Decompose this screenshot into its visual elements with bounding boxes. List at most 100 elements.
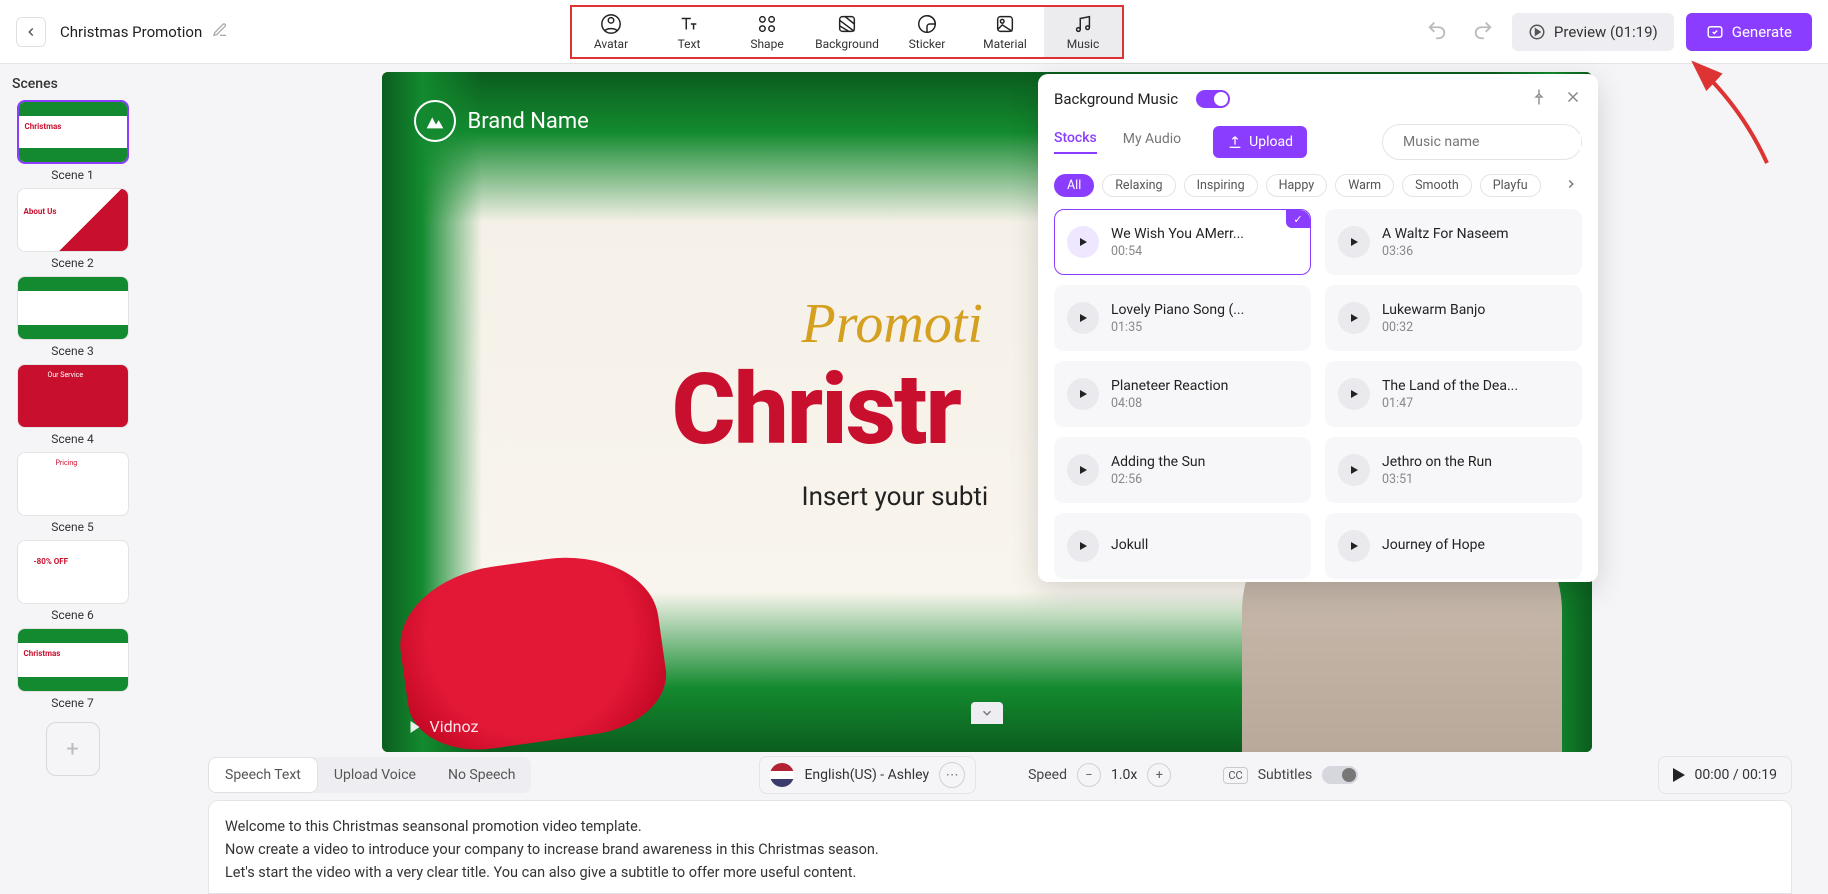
track-item[interactable]: We Wish You AMerr...00:54 ✓: [1054, 209, 1311, 275]
scene-label: Scene 7: [8, 696, 137, 710]
language-selector[interactable]: English(US) - Ashley ⋯: [759, 756, 976, 794]
track-duration: 04:08: [1111, 396, 1228, 411]
music-icon: [1072, 13, 1094, 35]
script-textarea[interactable]: Welcome to this Christmas seansonal prom…: [208, 800, 1792, 894]
brand-logo-icon: [414, 100, 456, 142]
category-chip[interactable]: Playfu: [1480, 174, 1541, 197]
music-search-input[interactable]: [1403, 134, 1581, 150]
scene-item[interactable]: -80% OFF Scene 6: [8, 540, 137, 622]
scene-label: Scene 1: [8, 168, 137, 182]
bottom-toolbar: Speech Text Upload Voice No Speech Engli…: [208, 752, 1792, 798]
music-tabs: Stocks My Audio Upload: [1054, 124, 1582, 160]
scene-item[interactable]: Pricing Scene 5: [8, 452, 137, 534]
tab-speech-text[interactable]: Speech Text: [208, 757, 318, 793]
generate-button[interactable]: Generate: [1686, 13, 1812, 51]
promo-heading: Promoti: [802, 292, 983, 356]
category-chip[interactable]: Relaxing: [1102, 174, 1175, 197]
category-chip[interactable]: Happy: [1266, 174, 1328, 197]
play-icon[interactable]: [1067, 302, 1099, 334]
brand-name: Brand Name: [414, 100, 589, 142]
track-duration: 01:47: [1382, 396, 1518, 411]
play-icon[interactable]: [1338, 454, 1370, 486]
sticker-icon: [916, 13, 938, 35]
track-name: Jokull: [1111, 537, 1148, 553]
track-item[interactable]: Planeteer Reaction 04:08: [1054, 361, 1311, 427]
scene-item[interactable]: Christmas Scene 7: [8, 628, 137, 710]
category-chip[interactable]: Smooth: [1402, 174, 1472, 197]
track-item[interactable]: The Land of the Dea...01:47: [1325, 361, 1582, 427]
music-search[interactable]: [1382, 124, 1582, 160]
category-chip[interactable]: All: [1054, 174, 1094, 197]
scene-item[interactable]: About Us Scene 2: [8, 188, 137, 270]
play-control[interactable]: 00:00 / 00:19: [1658, 756, 1792, 794]
avatar-icon: [600, 13, 622, 35]
tab-no-speech[interactable]: No Speech: [432, 757, 532, 793]
track-name: We Wish You AMerr...: [1111, 226, 1244, 242]
tool-text[interactable]: Text: [650, 7, 728, 57]
track-name: Journey of Hope: [1382, 537, 1485, 553]
speed-decrease[interactable]: −: [1077, 763, 1101, 787]
subtitles-toggle[interactable]: [1322, 766, 1358, 784]
tool-material[interactable]: Material: [966, 7, 1044, 57]
scene-item[interactable]: Christmas Scene 1: [8, 100, 137, 182]
scene-label: Scene 2: [8, 256, 137, 270]
expand-toggle[interactable]: [971, 702, 1003, 724]
scene-item[interactable]: Scene 3: [8, 276, 137, 358]
track-item[interactable]: Lovely Piano Song (...01:35: [1054, 285, 1311, 351]
back-button[interactable]: [16, 17, 46, 47]
track-item[interactable]: Jokull: [1054, 513, 1311, 579]
categories-more-icon[interactable]: [1560, 176, 1582, 195]
play-icon[interactable]: [1067, 226, 1099, 258]
track-duration: 03:51: [1382, 472, 1492, 487]
app-header: Christmas Promotion Avatar Text Shape Ba…: [0, 0, 1828, 64]
tool-label: Sticker: [909, 37, 946, 51]
scene-item[interactable]: Our Service Scene 4: [8, 364, 137, 446]
play-icon[interactable]: [1067, 454, 1099, 486]
redo-button[interactable]: [1466, 13, 1500, 51]
preview-button[interactable]: Preview (01:19): [1512, 13, 1674, 51]
pin-icon[interactable]: [1530, 88, 1548, 110]
play-icon[interactable]: [1067, 530, 1099, 562]
tool-avatar[interactable]: Avatar: [572, 7, 650, 57]
language-name: English(US) - Ashley: [804, 767, 929, 783]
music-toggle[interactable]: [1196, 90, 1230, 108]
tab-upload-voice[interactable]: Upload Voice: [318, 757, 432, 793]
track-name: Planeteer Reaction: [1111, 378, 1228, 394]
edit-title-icon[interactable]: [212, 22, 228, 42]
close-icon[interactable]: [1564, 88, 1582, 110]
track-item[interactable]: Journey of Hope: [1325, 513, 1582, 579]
category-chip[interactable]: Inspiring: [1184, 174, 1258, 197]
tool-sticker[interactable]: Sticker: [888, 7, 966, 57]
music-panel: Background Music Stocks My Audio Upload …: [1038, 74, 1598, 582]
upload-button[interactable]: Upload: [1213, 126, 1307, 158]
tab-stocks[interactable]: Stocks: [1054, 130, 1097, 154]
category-chip[interactable]: Warm: [1335, 174, 1394, 197]
tool-label: Material: [983, 37, 1027, 51]
track-item[interactable]: Lukewarm Banjo00:32: [1325, 285, 1582, 351]
cc-icon: CC: [1223, 767, 1247, 784]
track-item[interactable]: Jethro on the Run03:51: [1325, 437, 1582, 503]
script-line: Let's start the video with a very clear …: [225, 861, 1775, 884]
tool-label: Shape: [750, 37, 783, 51]
play-icon[interactable]: [1338, 530, 1370, 562]
track-item[interactable]: A Waltz For Naseem03:36: [1325, 209, 1582, 275]
speed-increase[interactable]: +: [1147, 763, 1171, 787]
add-scene-button[interactable]: +: [46, 722, 100, 776]
play-icon: [1673, 768, 1685, 782]
language-more-icon[interactable]: ⋯: [939, 762, 965, 788]
play-icon[interactable]: [1338, 378, 1370, 410]
header-right: Preview (01:19) Generate: [1420, 13, 1812, 51]
music-panel-head: Background Music: [1054, 88, 1582, 110]
undo-button[interactable]: [1420, 13, 1454, 51]
play-icon[interactable]: [1338, 302, 1370, 334]
shape-icon: [756, 13, 778, 35]
tool-background[interactable]: Background: [806, 7, 888, 57]
tool-shape[interactable]: Shape: [728, 7, 806, 57]
play-icon[interactable]: [1067, 378, 1099, 410]
tool-label: Background: [815, 37, 879, 51]
tab-my-audio[interactable]: My Audio: [1123, 131, 1181, 153]
scene-label: Scene 5: [8, 520, 137, 534]
play-icon[interactable]: [1338, 226, 1370, 258]
tool-music[interactable]: Music: [1044, 7, 1122, 57]
track-item[interactable]: Adding the Sun02:56: [1054, 437, 1311, 503]
